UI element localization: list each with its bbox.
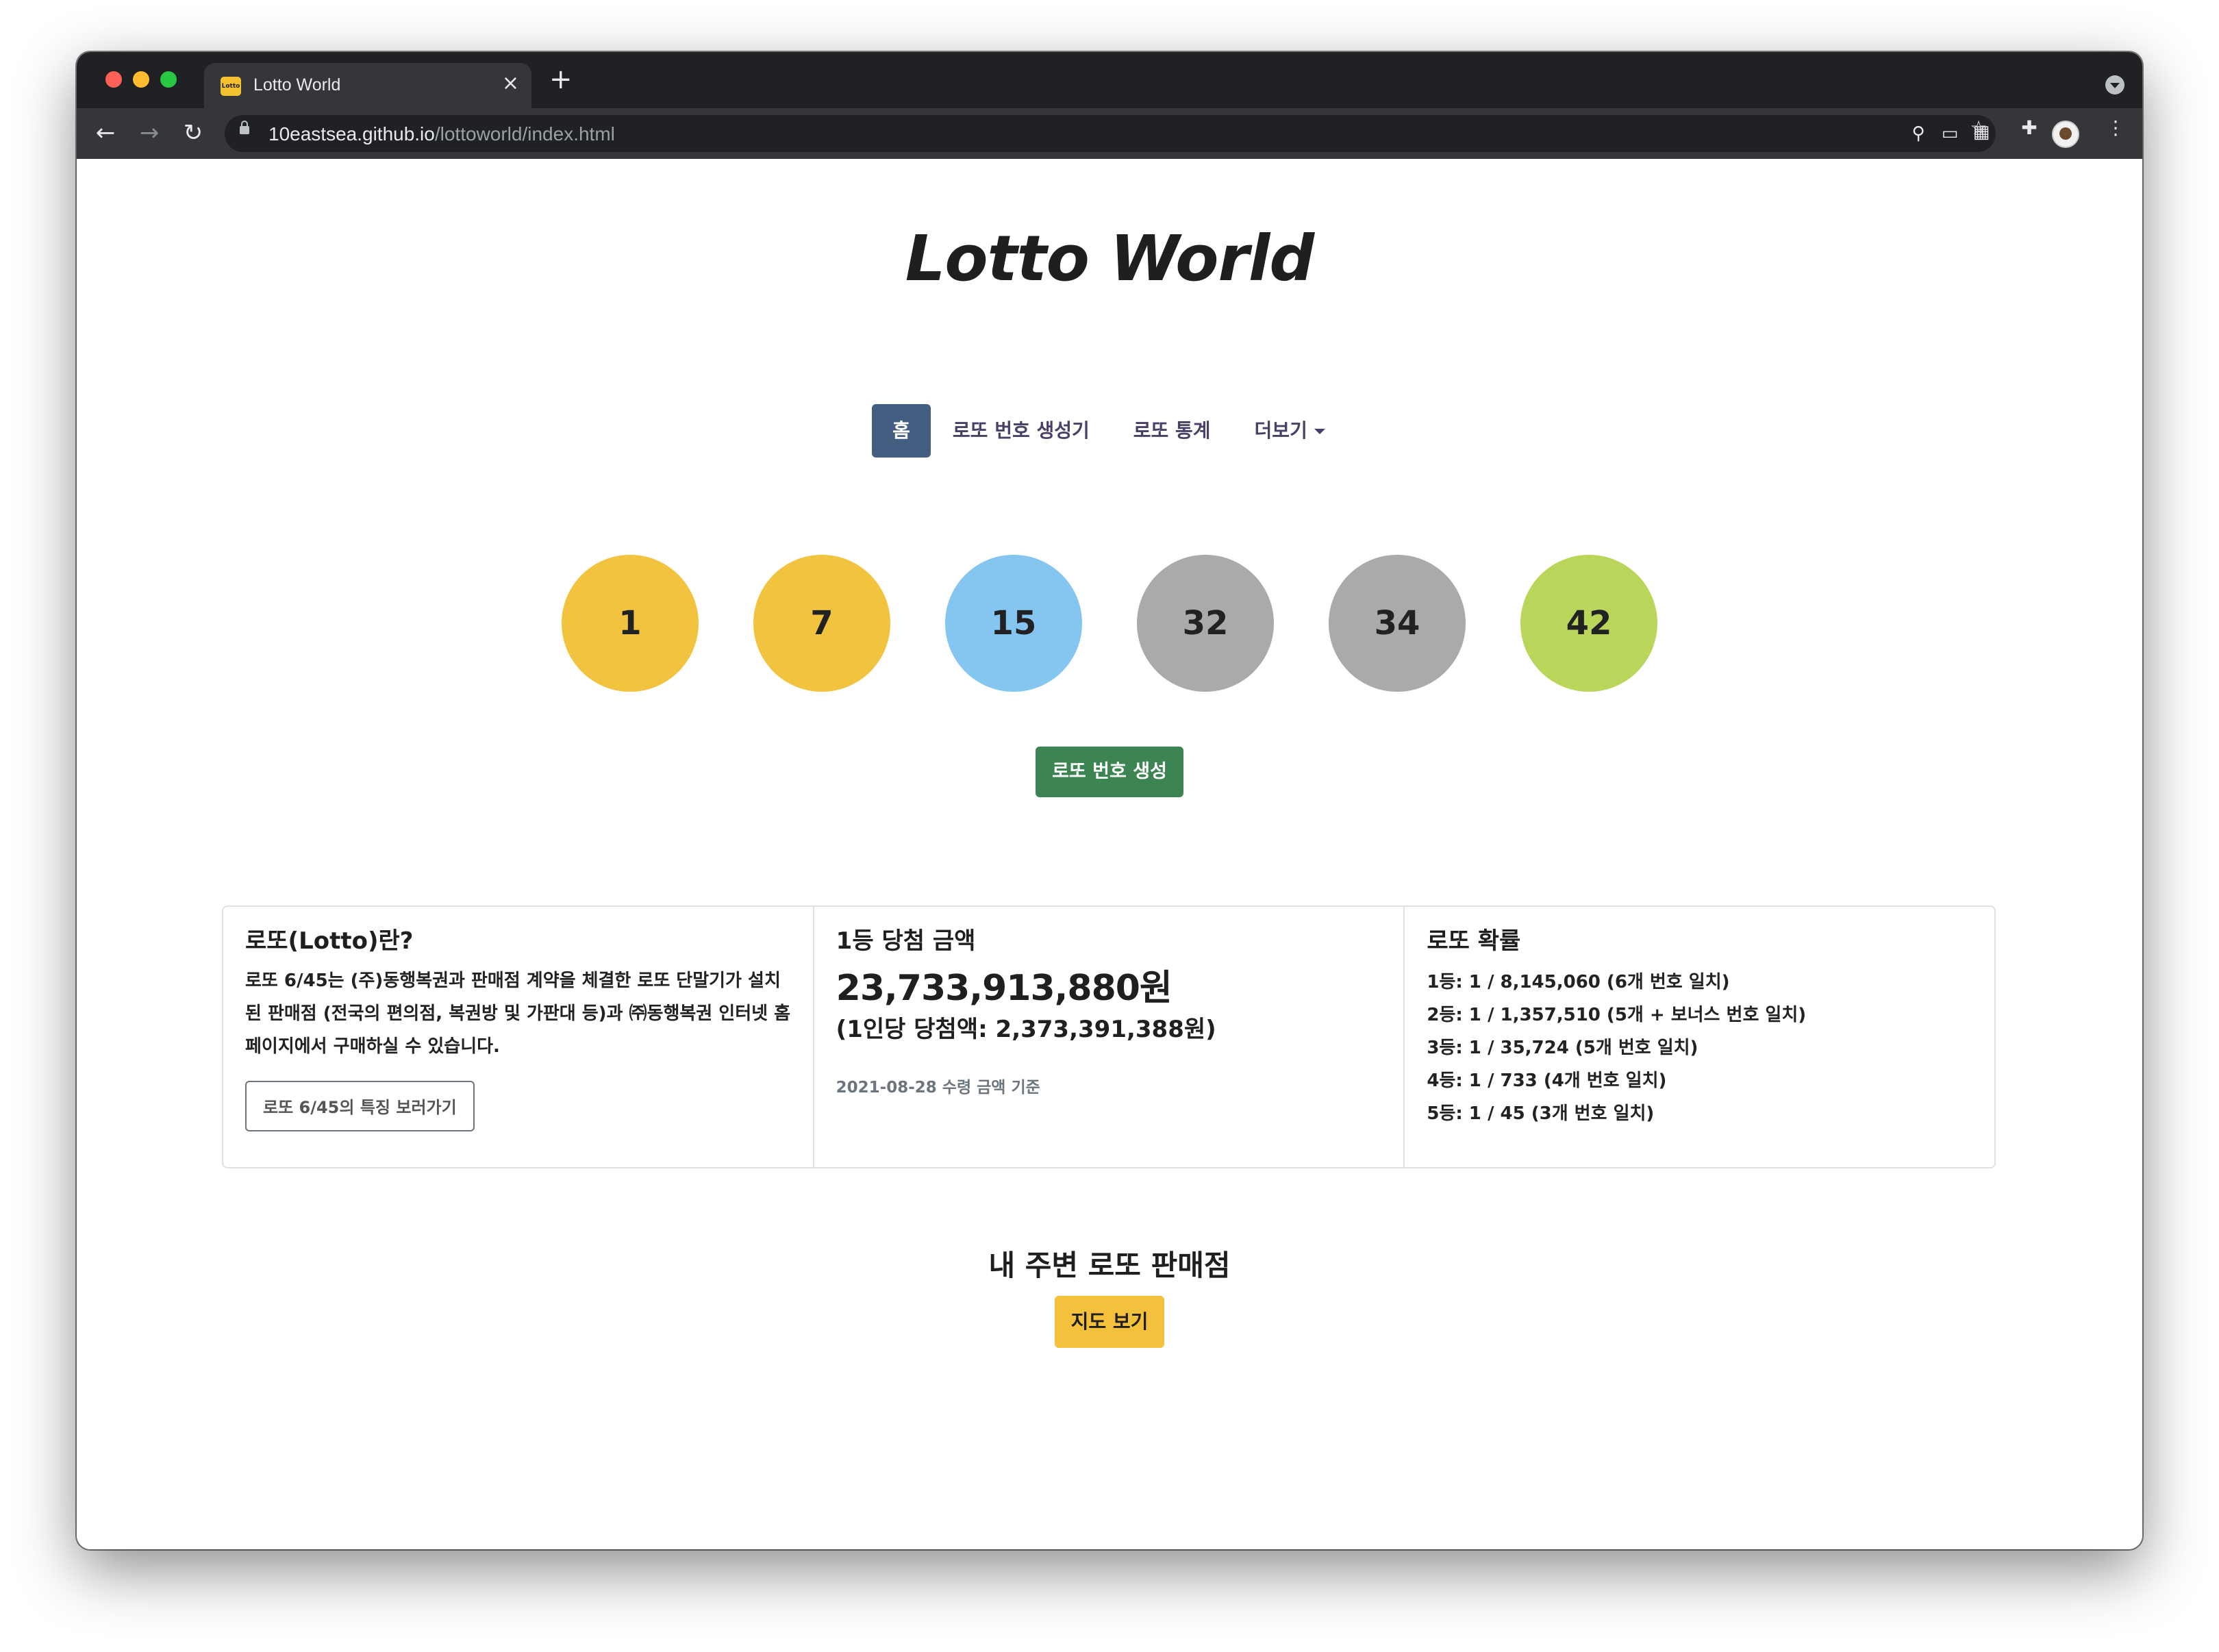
maximize-window-button[interactable] (160, 71, 177, 88)
probability-list: 1등: 1 / 8,145,060 (6개 번호 일치) 2등: 1 / 1,3… (1427, 966, 1972, 1130)
url-host: 10eastsea.github.io (268, 123, 435, 145)
cast-icon[interactable]: ▭ (1940, 123, 1960, 144)
list-item: 2등: 1 / 1,357,510 (5개 + 보너스 번호 일치) (1427, 1005, 1807, 1025)
lotto-ball: 34 (1329, 555, 1466, 692)
prize-date-note: 2021-08-28 수령 금액 기준 (836, 1079, 1040, 1097)
prize-card: 1등 당첨 금액 23,733,913,880원 (1인당 당첨액: 2,373… (814, 907, 1405, 1167)
web-page: Lotto World 홈 로또 번호 생성기 로또 통계 더보기 1 7 15 32… (77, 159, 2142, 1549)
favicon-icon: Lotto (221, 77, 241, 96)
prize-per-person: (1인당 당첨액: 2,373,391,388원) (836, 1016, 1216, 1043)
lock-icon[interactable] (240, 121, 249, 134)
prize-card-title: 1등 당첨 금액 (836, 927, 976, 955)
forward-icon[interactable]: → (134, 118, 164, 148)
lotto-ball: 15 (945, 555, 1082, 692)
probability-card: 로또 확률 1등: 1 / 8,145,060 (6개 번호 일치) 2등: 1… (1405, 907, 1994, 1167)
main-nav: 홈 로또 번호 생성기 로또 통계 더보기 (77, 404, 2142, 458)
tab-search-icon[interactable] (2105, 75, 2124, 95)
close-window-button[interactable] (105, 71, 122, 88)
url-path: /lottoworld/index.html (434, 123, 615, 145)
close-tab-icon[interactable]: × (502, 71, 519, 95)
address-bar[interactable]: 10eastsea.github.io/lottoworld/index.htm… (225, 115, 1996, 152)
info-card-group: 로또(Lotto)란? 로또 6/45는 (주)동행복권과 판매점 계약을 체결… (222, 905, 1996, 1168)
browser-window: Lotto Lotto World × + ← → ↻ 10eastsea.gi… (77, 52, 2142, 1549)
lotto-ball: 32 (1137, 555, 1274, 692)
bookmark-star-icon[interactable]: ☆ (1967, 116, 1990, 140)
generate-numbers-button[interactable]: 로또 번호 생성 (1036, 747, 1183, 797)
list-item: 3등: 1 / 35,724 (5개 번호 일치) (1427, 1038, 1698, 1058)
lotto-ball: 42 (1520, 555, 1657, 692)
title-bar: Lotto Lotto World × + (77, 52, 2142, 108)
tab-title: Lotto World (253, 75, 341, 95)
profile-avatar[interactable] (2052, 121, 2079, 148)
browser-menu-icon[interactable]: ⋮ (2104, 116, 2127, 140)
extensions-icon[interactable]: ✚ (2018, 116, 2041, 140)
new-tab-button[interactable]: + (549, 66, 573, 93)
store-section-title: 내 주변 로또 판매점 (988, 1249, 1231, 1282)
about-card-title: 로또(Lotto)란? (245, 927, 414, 955)
minimize-window-button[interactable] (133, 71, 149, 88)
about-card-text: 로또 6/45는 (주)동행복권과 판매점 계약을 체결한 로또 단말기가 설치… (245, 971, 791, 1057)
nav-item-stats[interactable]: 로또 통계 (1112, 404, 1233, 458)
view-map-button[interactable]: 지도 보기 (1055, 1296, 1164, 1348)
url-text[interactable]: 10eastsea.github.io/lottoworld/index.htm… (268, 123, 615, 145)
lotto-features-button[interactable]: 로또 6/45의 특징 보러가기 (245, 1081, 475, 1131)
reload-icon[interactable]: ↻ (178, 118, 208, 148)
lotto-ball: 1 (562, 555, 699, 692)
prize-amount: 23,733,913,880원 (836, 968, 1173, 1009)
about-card: 로또(Lotto)란? 로또 6/45는 (주)동행복권과 판매점 계약을 체결… (223, 907, 814, 1167)
nav-item-more[interactable]: 더보기 (1233, 404, 1347, 458)
probability-card-title: 로또 확률 (1427, 927, 1521, 955)
browser-tab[interactable]: Lotto Lotto World × (204, 63, 531, 108)
lotto-balls: 1 7 15 32 34 42 (77, 555, 2142, 692)
browser-toolbar: ← → ↻ 10eastsea.github.io/lottoworld/ind… (77, 108, 2142, 159)
list-item: 4등: 1 / 733 (4개 번호 일치) (1427, 1071, 1667, 1091)
back-icon[interactable]: ← (90, 118, 121, 148)
list-item: 5등: 1 / 45 (3개 번호 일치) (1427, 1103, 1655, 1124)
nav-item-more-label: 더보기 (1254, 419, 1307, 442)
chevron-down-icon (1314, 429, 1325, 434)
site-title: Lotto World (905, 222, 1314, 295)
nav-item-home[interactable]: 홈 (872, 404, 931, 458)
nav-item-generator[interactable]: 로또 번호 생성기 (931, 404, 1112, 458)
location-icon[interactable]: ⚲ (1908, 123, 1929, 144)
list-item: 1등: 1 / 8,145,060 (6개 번호 일치) (1427, 972, 1730, 992)
lotto-ball: 7 (753, 555, 890, 692)
